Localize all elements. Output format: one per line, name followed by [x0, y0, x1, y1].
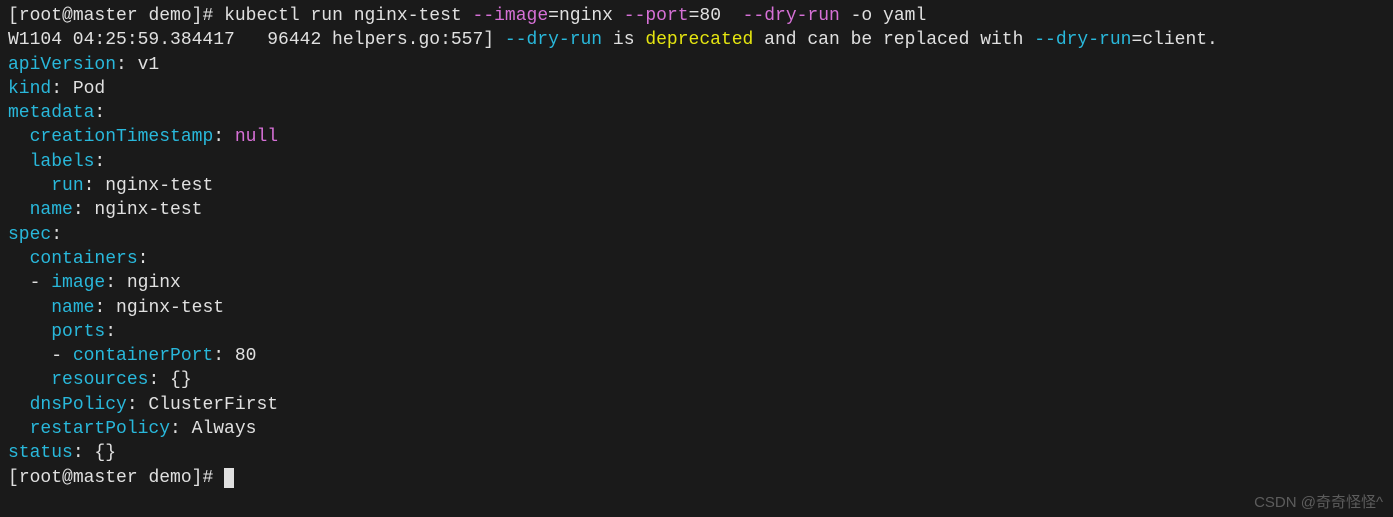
yaml-line: name: nginx-test: [8, 200, 202, 220]
yaml-line: creationTimestamp: null: [8, 127, 278, 147]
yaml-line: status: {}: [8, 443, 116, 463]
yaml-line: name: nginx-test: [8, 298, 224, 318]
yaml-line: - containerPort: 80: [8, 346, 256, 366]
yaml-line: ports:: [8, 322, 116, 342]
cursor: [224, 468, 234, 488]
yaml-line: resources: {}: [8, 370, 192, 390]
yaml-line: run: nginx-test: [8, 176, 213, 196]
yaml-line: dnsPolicy: ClusterFirst: [8, 395, 278, 415]
warning-line: W1104 04:25:59.384417 96442 helpers.go:5…: [8, 30, 1218, 50]
prompt-line-1: [root@master demo]# kubectl run nginx-te…: [8, 6, 926, 26]
yaml-line: containers:: [8, 249, 148, 269]
prompt-line-2: [root@master demo]#: [8, 468, 224, 488]
yaml-line: spec:: [8, 225, 62, 245]
yaml-line: labels:: [8, 152, 105, 172]
yaml-line: metadata:: [8, 103, 105, 123]
yaml-line: kind: Pod: [8, 79, 105, 99]
yaml-line: restartPolicy: Always: [8, 419, 256, 439]
watermark: CSDN @奇奇怪怪^: [1254, 493, 1383, 513]
yaml-line: - image: nginx: [8, 273, 181, 293]
yaml-line: apiVersion: v1: [8, 55, 159, 75]
terminal-output[interactable]: [root@master demo]# kubectl run nginx-te…: [8, 4, 1385, 490]
